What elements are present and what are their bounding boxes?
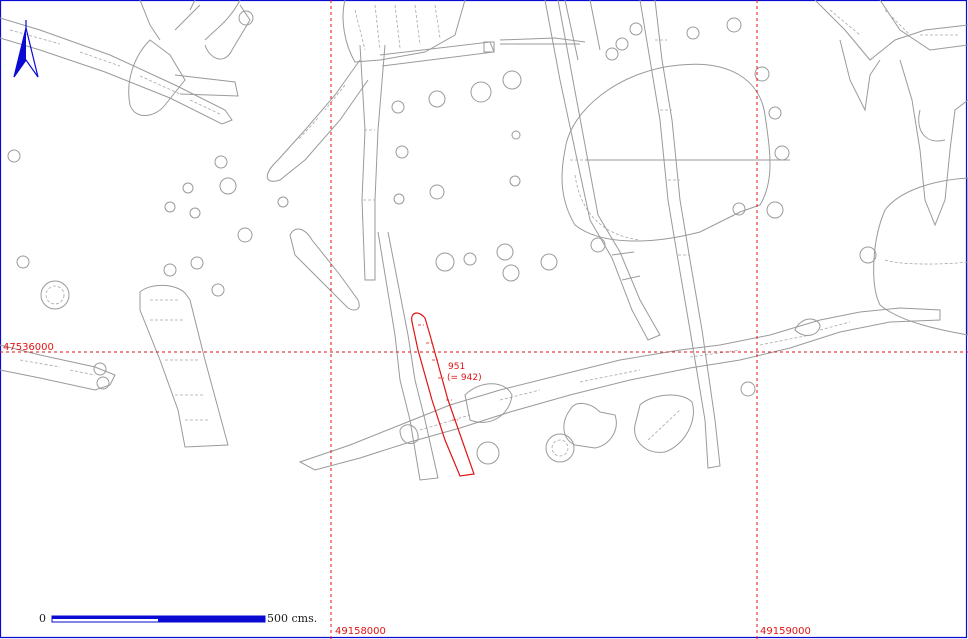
scale-bar-start-label: 0 — [39, 612, 46, 625]
highlight-outline[interactable] — [411, 312, 475, 477]
feature-band-top-left — [0, 17, 233, 125]
scale-bar-end-label: 500 cms. — [267, 612, 317, 625]
feature-fan-top — [342, 0, 466, 63]
highlighted-feature-951[interactable]: 951 (= 942) — [411, 312, 482, 477]
map-frame — [0, 0, 968, 639]
grid-label-easting-left: 49158000 — [335, 626, 386, 637]
features-layer — [0, 0, 968, 481]
feature-lobe-top-left — [128, 39, 186, 116]
scale-bar-fill — [158, 616, 265, 622]
feature-blob-right — [873, 177, 968, 336]
feature-label-id: 951 — [448, 362, 465, 372]
feature-blob-lower — [563, 403, 617, 449]
feature-band-upper — [266, 59, 369, 182]
feature-oval-left — [289, 228, 360, 311]
feature-band-vertical — [359, 44, 386, 281]
feature-ditch-left — [139, 284, 229, 448]
scale-bar: 0 500 cms. — [39, 612, 317, 625]
pit — [7, 149, 21, 163]
grid-label-easting-right: 49159000 — [760, 626, 811, 637]
feature-ditch-diagonal — [298, 307, 941, 471]
feature-top-right-band — [814, 0, 968, 61]
feature-label-equiv: (= 942) — [447, 373, 482, 383]
grid-label-northing: 47536000 — [3, 342, 54, 353]
excavation-plan: 47536000 49158000 49159000 951 (= 942) 0… — [0, 0, 968, 639]
